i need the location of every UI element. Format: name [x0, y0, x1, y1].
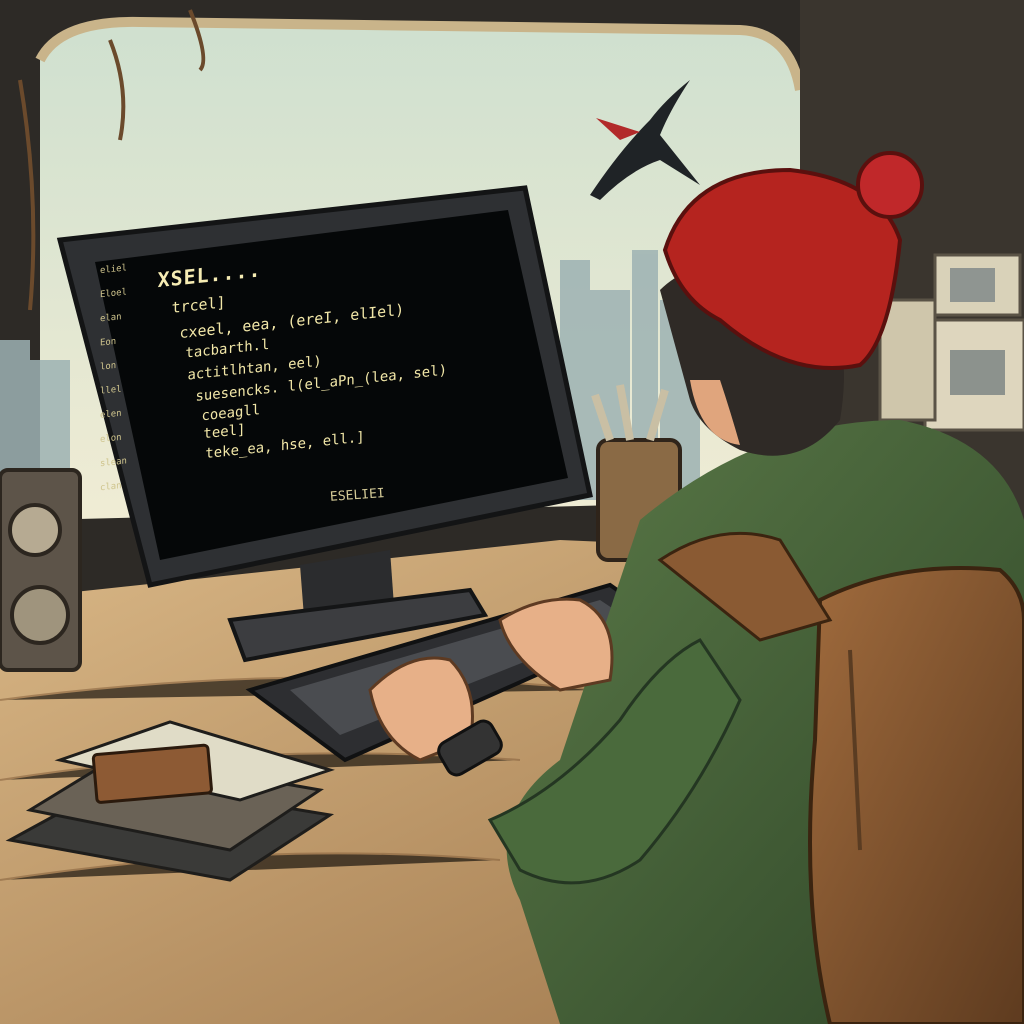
gutter-label: elen [100, 408, 122, 421]
gutter-label: clan [100, 481, 122, 494]
gutter-label: slean [100, 456, 127, 470]
gutter-label: elon [100, 432, 122, 446]
gutter-label: Eloel [100, 287, 127, 301]
gutter-label: lon [100, 360, 117, 373]
gutter-label: eliel [100, 263, 127, 277]
gutter-label: elan [100, 312, 122, 325]
terminal-title: XSEL.... [157, 257, 262, 293]
line-gutter: eliel Eloel elan Eon lon llel elen elon … [100, 242, 160, 550]
terminal-line: teel] [203, 421, 246, 443]
beanie-pompom [856, 151, 924, 219]
terminal-line: coeagll [201, 402, 261, 425]
illustration: eliel Eloel elan Eon lon llel elen elon … [0, 0, 1024, 1024]
backpack [808, 566, 1024, 1024]
terminal-line: trcel] [171, 293, 226, 317]
gutter-label: llel [100, 384, 122, 397]
terminal-line: tacbarth.l [185, 336, 270, 362]
gutter-label: Eon [100, 336, 117, 349]
speaker [0, 468, 82, 672]
